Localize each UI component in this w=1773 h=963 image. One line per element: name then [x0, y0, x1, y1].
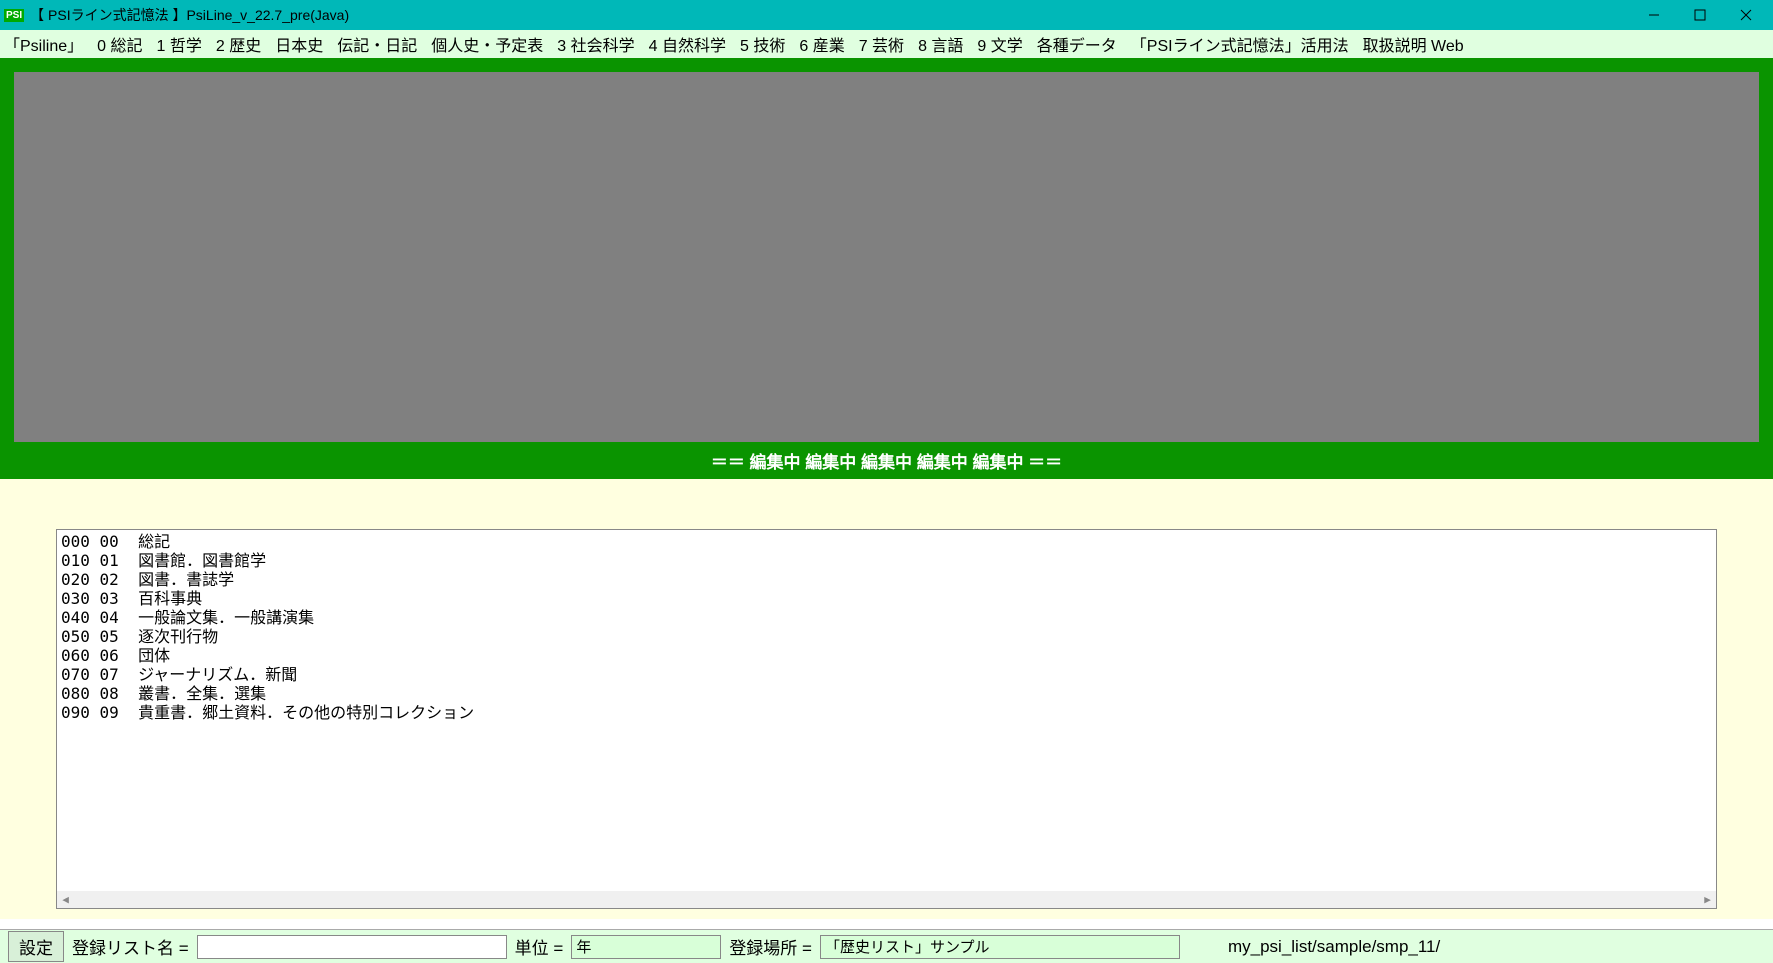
scroll-left-icon[interactable]: ◀ [57, 891, 74, 908]
text-editor[interactable]: 000 00 総記 010 01 図書館．図書館学 020 02 図書．書誌学 … [56, 529, 1717, 909]
location-label: 登録場所 = [729, 934, 812, 959]
menu-9[interactable]: 9 文学 [977, 32, 1022, 56]
menu-6[interactable]: 6 産業 [799, 32, 844, 56]
settings-button[interactable]: 設定 [8, 931, 64, 962]
menu-3[interactable]: 3 社会科学 [557, 32, 634, 56]
unit-label: 単位 = [515, 934, 564, 959]
menu-0[interactable]: 0 総記 [97, 32, 142, 56]
lower-panel: 000 00 総記 010 01 図書館．図書館学 020 02 図書．書誌学 … [0, 479, 1773, 919]
menu-5[interactable]: 5 技術 [740, 32, 785, 56]
menu-8[interactable]: 8 言語 [918, 32, 963, 56]
unit-input[interactable] [571, 935, 721, 959]
menu-data[interactable]: 各種データ [1037, 32, 1117, 56]
location-input[interactable] [820, 935, 1180, 959]
menu-4[interactable]: 4 自然科学 [649, 32, 726, 56]
bottom-bar: 設定 登録リスト名 = 単位 = 登録場所 = my_psi_list/samp… [0, 929, 1773, 963]
menubar: 「Psiline」 0 総記 1 哲学 2 歴史 日本史 伝記・日記 個人史・予… [0, 30, 1773, 58]
menu-usage[interactable]: 「PSIライン式記憶法」活用法 [1131, 32, 1349, 56]
menu-2[interactable]: 2 歴史 [216, 32, 261, 56]
horizontal-scrollbar[interactable]: ◀ ▶ [57, 891, 1716, 908]
maximize-button[interactable] [1677, 0, 1723, 30]
minimize-button[interactable] [1631, 0, 1677, 30]
text-content[interactable]: 000 00 総記 010 01 図書館．図書館学 020 02 図書．書誌学 … [61, 532, 1712, 722]
window-title: 【 PSIライン式記憶法 】PsiLine_v_22.7_pre(Java) [30, 5, 1631, 25]
listname-input[interactable] [197, 935, 507, 959]
menu-personal[interactable]: 個人史・予定表 [431, 32, 543, 56]
listname-label: 登録リスト名 = [72, 934, 189, 959]
menu-psiline[interactable]: 「Psiline」 [4, 32, 83, 56]
titlebar: PSI 【 PSIライン式記憶法 】PsiLine_v_22.7_pre(Jav… [0, 0, 1773, 30]
canvas-wrap [0, 58, 1773, 446]
menu-biography[interactable]: 伝記・日記 [337, 32, 417, 56]
scroll-right-icon[interactable]: ▶ [1699, 891, 1716, 908]
editing-status-bar: ＝＝ 編集中 編集中 編集中 編集中 編集中 ＝＝ [0, 446, 1773, 479]
menu-1[interactable]: 1 哲学 [157, 32, 202, 56]
window-controls [1631, 0, 1769, 30]
drawing-canvas[interactable] [14, 72, 1759, 442]
menu-7[interactable]: 7 芸術 [859, 32, 904, 56]
close-button[interactable] [1723, 0, 1769, 30]
app-icon: PSI [4, 9, 24, 22]
menu-japan-history[interactable]: 日本史 [275, 32, 323, 56]
path-text: my_psi_list/sample/smp_11/ [1228, 937, 1440, 957]
menu-manual-web[interactable]: 取扱説明 Web [1363, 32, 1464, 56]
